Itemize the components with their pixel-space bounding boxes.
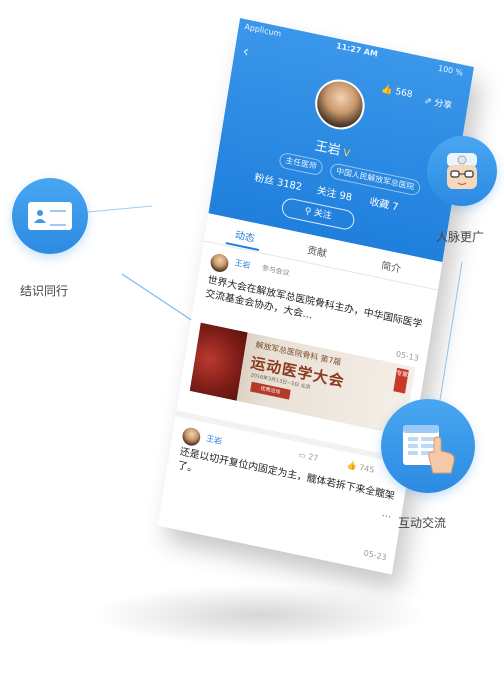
banner-corner-tag: 专家 [393, 367, 409, 394]
tab-contribution[interactable]: 贡献 [306, 241, 328, 260]
feature-network-label: 结识同行 [20, 284, 69, 298]
card-text-lines [50, 210, 66, 226]
person-icon [34, 210, 46, 223]
post-avatar[interactable] [181, 426, 202, 448]
follow-button-label: 关注 [313, 208, 333, 222]
connector-line-network [87, 205, 153, 213]
conference-banner[interactable]: 解放军总医院骨科 第7届 运动医学大会 2016年3月13日~5日 北京 优秀活… [189, 322, 416, 436]
comment-icon: ▭ [297, 450, 307, 461]
back-arrow-icon[interactable]: ‹ [241, 41, 250, 61]
comment-button[interactable]: ▭ 27 [298, 450, 319, 463]
post-avatar[interactable] [209, 252, 230, 274]
battery-label: 100 % [437, 63, 464, 78]
add-user-icon: ⚲ [303, 206, 312, 218]
post-username[interactable]: 王岩 [205, 433, 223, 447]
business-card-icon [28, 202, 72, 230]
like-count: 568 [394, 87, 414, 101]
comment-count: 27 [307, 452, 319, 464]
tap-document-icon [403, 425, 455, 474]
like-button[interactable]: 👍 745 [346, 460, 375, 474]
thumb-up-icon: 👍 [346, 460, 358, 472]
profile-name-text: 王岩 [313, 138, 342, 159]
tab-dynamic[interactable]: 动态 [234, 226, 256, 245]
feature-interact-bubble [381, 399, 475, 493]
share-icon: ⇗ [423, 96, 433, 108]
post-username[interactable]: 王岩 [234, 257, 251, 271]
tab-introduction[interactable]: 简介 [380, 257, 402, 276]
like-count-button[interactable]: 👍 568 [381, 84, 413, 100]
share-button[interactable]: ⇗ 分享 [423, 93, 453, 112]
doctor-avatar-icon [447, 153, 477, 189]
like-count: 745 [358, 462, 375, 475]
connector-line-interact [439, 261, 463, 401]
favorites-stat[interactable]: 收藏 7 [369, 193, 400, 214]
feature-network-bubble [12, 178, 88, 254]
thumb-up-icon: 👍 [380, 84, 394, 97]
profile-avatar[interactable] [311, 74, 369, 134]
verified-badge: V [342, 147, 351, 160]
feature-doctor-label: 人脉更广 [436, 230, 485, 244]
job-title-tag: 主任医师 [278, 151, 324, 177]
profile-name: 王岩V [314, 135, 352, 161]
more-options-icon[interactable]: ... [381, 508, 392, 521]
feature-interact-label: 互动交流 [398, 516, 447, 530]
carrier-label: Applicum [243, 22, 282, 39]
post-body-text: 还是以切开复位内固定为主，髋体若拆下来全髋架了。 [176, 446, 396, 503]
following-stat[interactable]: 关注 98 [316, 182, 353, 204]
post-action-text: 参与会议 [261, 263, 290, 278]
fans-stat[interactable]: 粉丝 3182 [254, 169, 304, 194]
post-date: 05-23 [363, 548, 388, 563]
feature-doctor-bubble [427, 136, 497, 206]
share-label: 分享 [433, 98, 453, 112]
post-date: 05-13 [395, 349, 420, 364]
banner-graphic [189, 322, 248, 401]
